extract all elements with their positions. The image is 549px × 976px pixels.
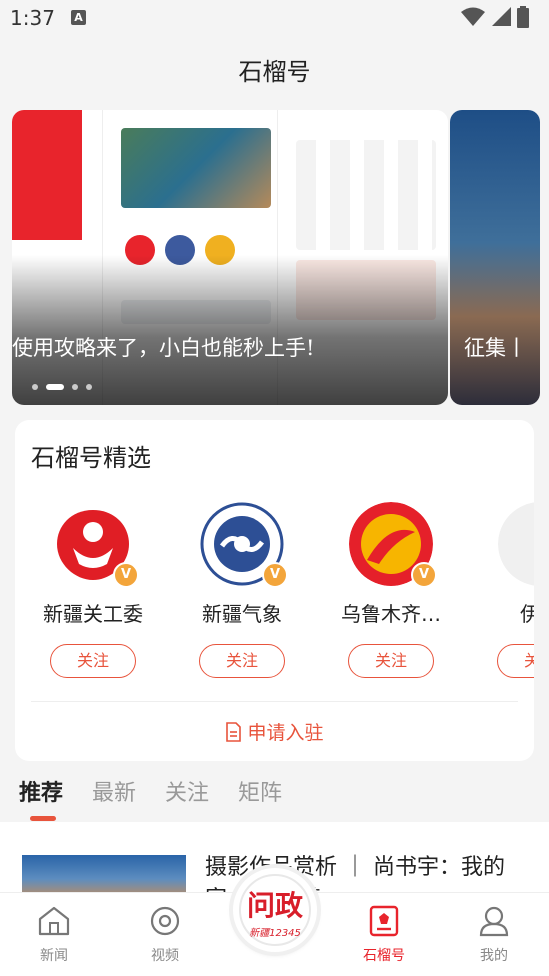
tab-following[interactable]: 关注: [165, 775, 209, 807]
carousel-slide-next[interactable]: 征集丨: [450, 110, 540, 405]
follow-button[interactable]: 关注: [50, 644, 136, 678]
account-item[interactable]: V 乌鲁木齐… 关注: [321, 502, 461, 678]
carousel-slide[interactable]: 使用攻略来了，小白也能秒上手!: [12, 110, 448, 405]
tab-indicator: [30, 816, 56, 821]
featured-accounts-card: 石榴号精选 V 新疆关工委 关注 V 新疆气象 关注 V 乌鲁木齐… 关注 关 …: [15, 420, 534, 761]
slide-caption: 征集丨: [464, 336, 527, 360]
slide-graphic: [121, 128, 271, 208]
avatar[interactable]: V: [498, 502, 534, 586]
carousel-dot: [72, 384, 78, 390]
nav-label: 视频: [151, 948, 179, 964]
nav-label: 新闻: [40, 948, 68, 964]
slide-graphic: [12, 110, 82, 240]
notification-a-icon: A: [71, 10, 86, 25]
nav-label: 石榴号: [363, 948, 405, 964]
carousel-dot: [86, 384, 92, 390]
wenzheng-center-button[interactable]: 问政 新疆12345: [233, 868, 317, 952]
signal-icon: [492, 7, 511, 26]
nav-label: 我的: [480, 948, 508, 964]
follow-button[interactable]: 关注: [199, 644, 285, 678]
status-time: 1:37: [10, 6, 55, 30]
follow-button[interactable]: 关注: [348, 644, 434, 678]
account-item[interactable]: V 新疆关工委 关注: [23, 502, 163, 678]
account-name: 乌鲁木齐…: [341, 602, 441, 626]
avatar[interactable]: V: [200, 502, 288, 588]
carousel-dot-active: [46, 384, 64, 390]
avatar[interactable]: V: [349, 502, 437, 588]
tab-latest[interactable]: 最新: [92, 775, 136, 807]
apply-join-label: 申请入驻: [247, 722, 324, 744]
tab-matrix[interactable]: 矩阵: [238, 775, 282, 807]
profile-icon: [479, 906, 509, 937]
wenzheng-logo: 问政 新疆12345: [239, 874, 311, 946]
account-name: 伊犁: [470, 598, 534, 627]
divider: [31, 701, 518, 702]
status-icons: [461, 6, 529, 28]
follow-button[interactable]: 关注: [497, 644, 534, 678]
avatar[interactable]: V: [51, 502, 139, 588]
slide-overlay: [12, 255, 448, 405]
banner-carousel[interactable]: 使用攻略来了，小白也能秒上手! 征集丨: [0, 110, 549, 406]
featured-title: 石榴号精选: [31, 444, 151, 472]
carousel-dot: [32, 384, 38, 390]
verified-badge: V: [411, 562, 437, 588]
content-tabs: 推荐 最新 关注 矩阵: [0, 775, 549, 823]
status-bar: 1:37 A: [0, 0, 549, 36]
video-icon: [150, 906, 180, 936]
account-name: 新疆气象: [202, 602, 282, 626]
slide-caption: 使用攻略来了，小白也能秒上手!: [12, 336, 315, 360]
carousel-dots: [32, 384, 92, 390]
wifi-icon: [461, 7, 485, 26]
document-icon: [226, 721, 242, 742]
account-name: 新疆关工委: [43, 602, 143, 626]
battery-icon: [517, 6, 529, 28]
nav-item-news[interactable]: 新闻: [19, 905, 89, 965]
verified-badge: V: [113, 562, 139, 588]
account-logo-icon: [498, 502, 534, 586]
wenzheng-main-text: 问政: [246, 889, 303, 922]
verified-badge: V: [262, 562, 288, 588]
account-item[interactable]: V 新疆气象 关注: [172, 502, 312, 678]
account-item[interactable]: V 伊犁 关注: [470, 502, 534, 678]
wenzheng-sub-text: 新疆12345: [249, 928, 301, 939]
slide-graphic: [296, 140, 436, 250]
nav-item-video[interactable]: 视频: [130, 905, 200, 965]
tab-recommend[interactable]: 推荐: [19, 775, 63, 807]
page-title: 石榴号: [238, 58, 311, 86]
apply-join-button[interactable]: 申请入驻: [15, 718, 534, 745]
pomegranate-icon: [369, 905, 399, 937]
nav-item-shiliuhao[interactable]: 石榴号: [349, 905, 419, 965]
news-icon: [38, 906, 70, 936]
nav-item-profile[interactable]: 我的: [459, 905, 529, 965]
